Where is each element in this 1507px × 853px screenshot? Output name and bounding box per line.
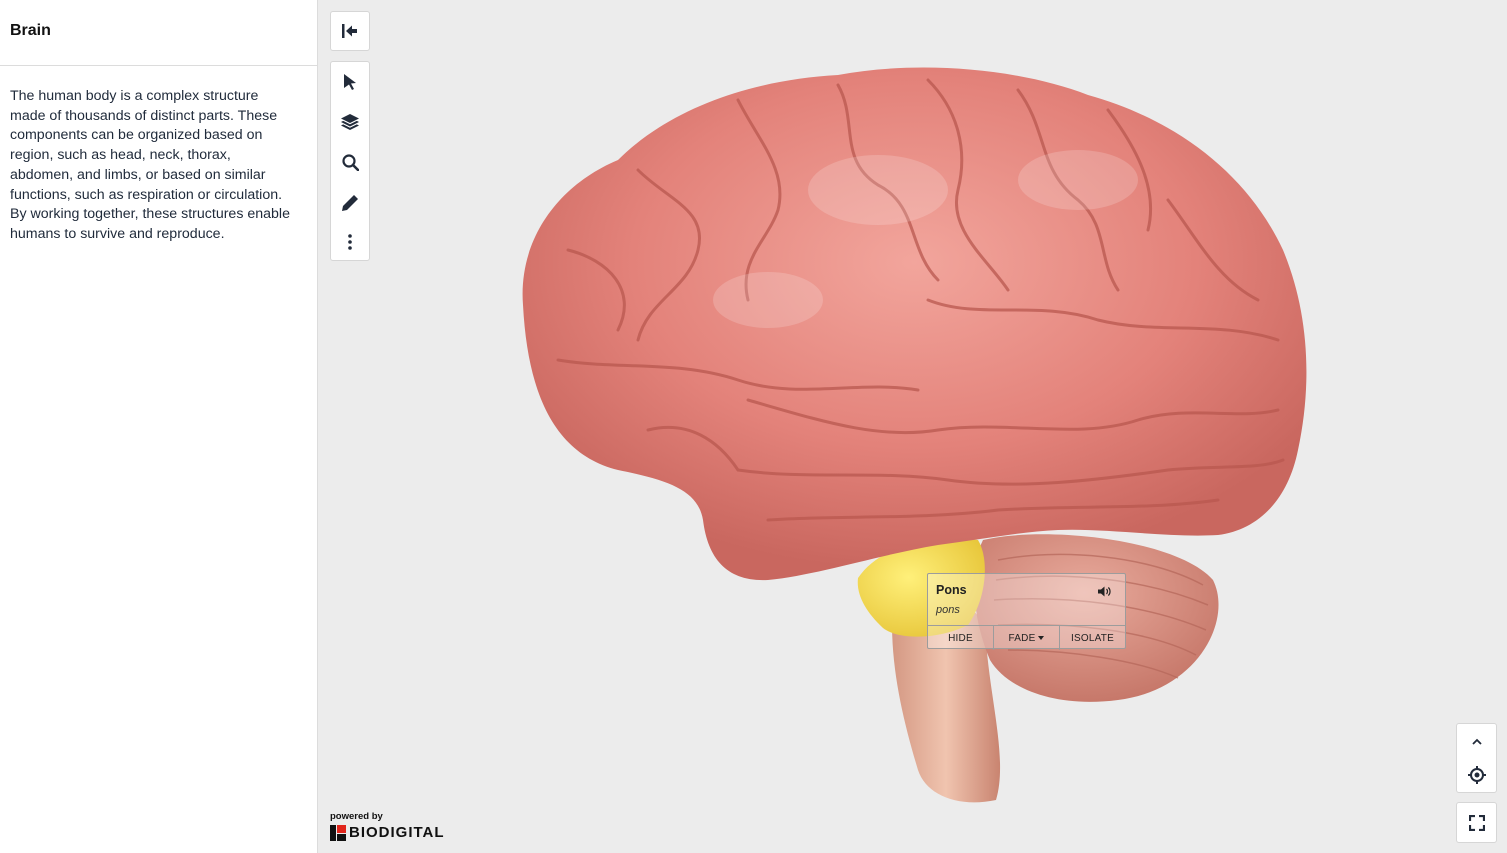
fullscreen-icon	[1468, 814, 1485, 831]
layers-icon	[341, 114, 359, 130]
structure-latin-name: pons	[936, 604, 960, 616]
more-options-button[interactable]	[331, 222, 369, 262]
select-arrow-icon	[344, 74, 356, 90]
collapse-panel-button[interactable]	[330, 11, 370, 51]
isolate-label: ISOLATE	[1071, 632, 1114, 644]
label-actions: HIDE FADE ISOLATE	[928, 625, 1125, 650]
expand-controls-button[interactable]	[1457, 724, 1496, 758]
brain-model[interactable]	[318, 0, 1507, 853]
sidebar-header: Brain	[0, 0, 317, 66]
fullscreen-button[interactable]	[1456, 802, 1497, 843]
select-tool-button[interactable]	[331, 62, 369, 102]
reset-view-button[interactable]	[1457, 758, 1496, 792]
hide-label: HIDE	[948, 632, 973, 644]
navigation-controls	[1456, 723, 1497, 793]
tool-bar	[330, 61, 370, 261]
caret-down-icon	[1038, 636, 1045, 640]
powered-by-text: powered by	[330, 811, 383, 822]
pencil-icon	[341, 194, 358, 211]
fade-button[interactable]: FADE	[994, 626, 1060, 650]
more-vertical-icon	[348, 234, 352, 250]
isolate-button[interactable]: ISOLATE	[1060, 626, 1125, 650]
hide-button[interactable]: HIDE	[928, 626, 994, 650]
model-viewer[interactable]: Pons pons HIDE FADE ISOLATE powered by B…	[318, 0, 1507, 853]
sidebar-description: The human body is a complex structure ma…	[10, 88, 290, 242]
speaker-icon	[1098, 586, 1111, 597]
layers-button[interactable]	[331, 102, 369, 142]
chevron-up-icon	[1471, 738, 1482, 745]
biodigital-logo-icon	[330, 824, 346, 841]
collapse-left-icon	[342, 24, 357, 38]
sidebar-panel: Brain The human body is a complex struct…	[0, 0, 318, 853]
search-icon	[341, 153, 359, 171]
search-button[interactable]	[331, 142, 369, 182]
sidebar-title: Brain	[10, 22, 51, 39]
biodigital-wordmark: BIODIGITAL	[349, 824, 445, 841]
crosshair-icon	[1467, 766, 1486, 784]
fade-label: FADE	[1008, 632, 1036, 644]
draw-button[interactable]	[331, 182, 369, 222]
pronounce-button[interactable]	[1098, 584, 1111, 602]
structure-label-card: Pons pons HIDE FADE ISOLATE	[927, 573, 1126, 650]
biodigital-branding[interactable]: powered by BIODIGITAL	[330, 811, 445, 841]
structure-name: Pons	[936, 583, 967, 597]
